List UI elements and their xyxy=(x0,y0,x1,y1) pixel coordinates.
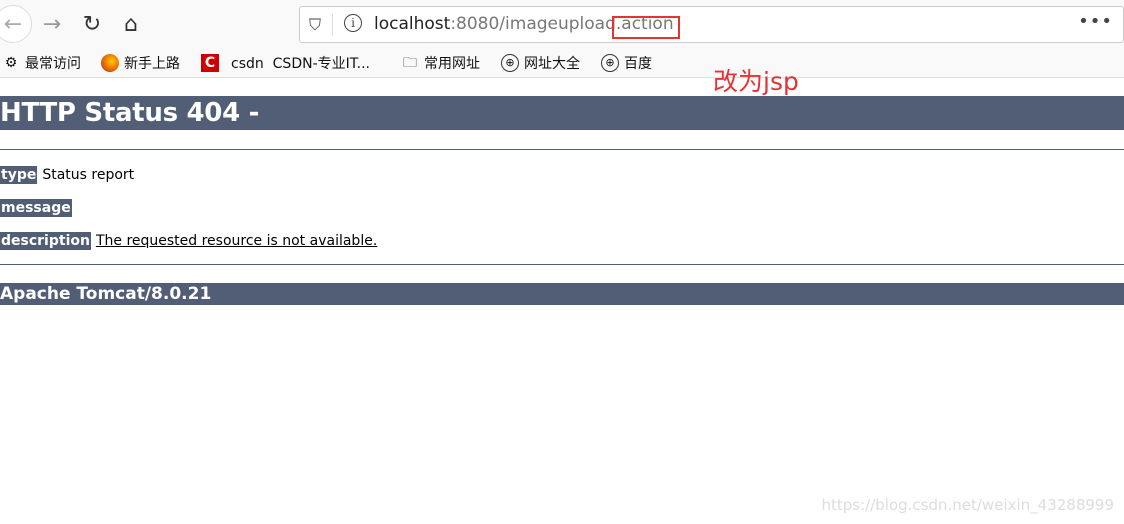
bookmark-label: csdn CSDN-专业IT... xyxy=(231,56,370,72)
bookmark-label: 网址大全 xyxy=(524,56,580,72)
firefox-icon xyxy=(101,54,119,72)
globe-icon: ⊕ xyxy=(501,54,519,72)
bookmark-label: 新手上路 xyxy=(124,56,180,72)
csdn-icon: C xyxy=(201,54,219,72)
bookmark-getting-started[interactable]: 新手上路 xyxy=(101,53,180,73)
gear-icon: ⚙ xyxy=(4,55,18,71)
more-icon[interactable]: ••• xyxy=(1078,11,1113,32)
bookmark-baidu[interactable]: ⊕ 百度 xyxy=(601,53,652,73)
type-row: type Status report xyxy=(0,166,134,184)
bookmark-web-directory[interactable]: ⊕ 网址大全 xyxy=(501,53,580,73)
reload-button[interactable]: ↻ xyxy=(76,8,108,40)
divider xyxy=(332,14,333,36)
description-row: description The requested resource is not… xyxy=(0,232,377,250)
bookmark-label: 最常访问 xyxy=(25,56,81,72)
bookmarks-bar: ⚙ 最常访问 新手上路 Ccsdn CSDN-专业IT... 🗀 常用网址 ⊕ 网址大… xyxy=(0,48,1124,78)
divider xyxy=(0,264,1124,265)
shield-icon[interactable]: ⛉ xyxy=(309,15,321,35)
bookmark-folder-common[interactable]: 🗀 常用网址 xyxy=(401,53,480,73)
type-value: Status report xyxy=(42,167,135,183)
back-button[interactable]: ← xyxy=(0,5,32,43)
type-label: type xyxy=(0,166,38,184)
bookmark-csdn[interactable]: Ccsdn CSDN-专业IT... xyxy=(201,53,370,73)
info-icon[interactable]: i xyxy=(344,14,362,32)
server-footer: Apache Tomcat/8.0.21 xyxy=(0,283,1124,305)
message-label: message xyxy=(0,199,72,217)
message-row: message xyxy=(0,199,72,217)
bookmark-label: 百度 xyxy=(624,56,652,72)
url-bar[interactable]: ⛉ i localhost:8080/imageupload.action ••… xyxy=(299,6,1124,43)
globe-icon: ⊕ xyxy=(601,54,619,72)
home-button[interactable]: ⌂ xyxy=(115,8,147,40)
annotation-highlight-box xyxy=(612,16,680,39)
watermark: https://blog.csdn.net/weixin_43288999 xyxy=(821,496,1114,514)
description-value: The requested resource is not available. xyxy=(95,233,378,249)
browser-toolbar: ← → ↻ ⌂ ⛉ i localhost:8080/imageupload.a… xyxy=(0,0,1124,48)
annotation-text: 改为jsp xyxy=(713,67,799,96)
description-label: description xyxy=(0,232,91,250)
folder-icon: 🗀 xyxy=(403,55,417,71)
forward-button[interactable]: → xyxy=(36,8,68,40)
bookmark-most-visited[interactable]: ⚙ 最常访问 xyxy=(2,53,81,73)
divider xyxy=(0,149,1124,150)
url-host: localhost xyxy=(374,14,451,34)
bookmark-label: 常用网址 xyxy=(424,56,480,72)
page-title: HTTP Status 404 - xyxy=(0,96,1124,130)
